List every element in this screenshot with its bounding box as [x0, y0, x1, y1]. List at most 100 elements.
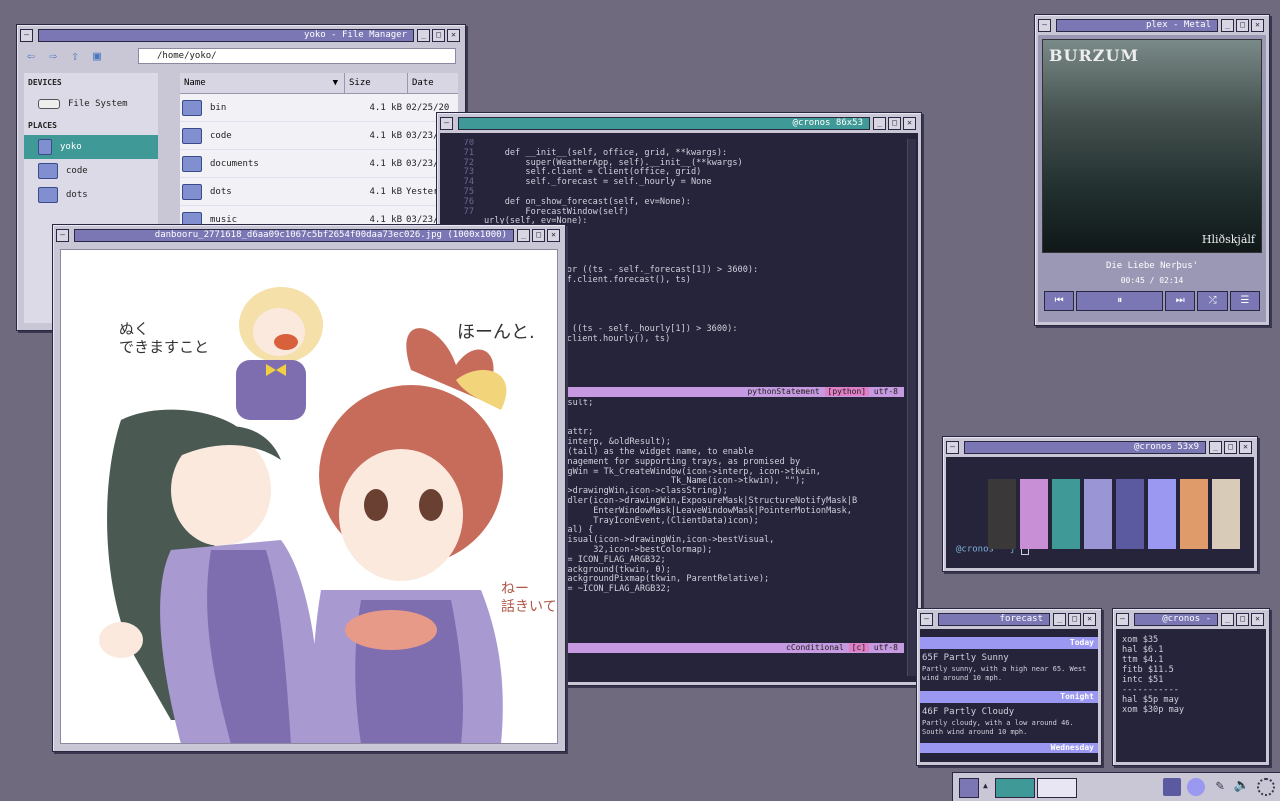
minimize-button[interactable]: _ [1209, 440, 1222, 454]
notes-icon[interactable] [1163, 778, 1181, 796]
close-button[interactable]: ✕ [903, 116, 916, 130]
sidebar-item-label: dots [66, 190, 88, 200]
column-header-name[interactable]: Name ▼ [180, 73, 345, 93]
file-date: 02/25/20 [406, 102, 450, 113]
sidebar-item-code[interactable]: code [24, 159, 158, 183]
color-swatch [1180, 479, 1208, 549]
playlist-icon[interactable]: ☰ [1229, 291, 1260, 311]
sidebar-item-dots[interactable]: dots [24, 183, 158, 207]
maximize-button[interactable]: □ [888, 116, 901, 130]
minimize-button[interactable]: _ [1221, 612, 1234, 626]
line-number: 77 [463, 206, 474, 217]
file-name: dots [210, 186, 232, 197]
minimize-button[interactable]: _ [873, 116, 886, 130]
titlebar[interactable]: – danbooru_2771618_d6aa09c1067c5bf2654f0… [56, 228, 562, 242]
sidebar-item-file-system[interactable]: File System [24, 92, 158, 116]
music-body: BURZUM Hliðskjálf Die Liebe Nerþus' 00:4… [1038, 35, 1266, 322]
stock-line: xom $35 [1122, 635, 1159, 645]
status-encoding: utf-8 [873, 643, 898, 652]
file-row[interactable]: code 4.1 kB 03/23/ [180, 122, 458, 150]
workspace-pager[interactable] [995, 778, 1035, 798]
titlebar[interactable]: – @cronos 53x9 _ □ ✕ [946, 440, 1254, 454]
titlebar[interactable]: – forecast _ □ ✕ [920, 612, 1098, 626]
forecast-body: Today 65F Partly Sunny Partly sunny, wit… [920, 629, 1098, 762]
file-row[interactable]: dots 4.1 kB Yester [180, 178, 458, 206]
titlebar[interactable]: – yoko - File Manager _ □ ✕ [20, 28, 462, 42]
maximize-button[interactable]: □ [532, 228, 545, 242]
maximize-button[interactable]: □ [1068, 612, 1081, 626]
pause-icon[interactable]: ⏸ [1076, 291, 1164, 311]
music-player-window: – plex - Metal _ □ ✕ BURZUM Hliðskjálf D… [1034, 14, 1270, 326]
forecast-detail: Partly cloudy, with a low around 46. Sou… [922, 719, 1074, 736]
folder-icon [182, 155, 202, 172]
home-icon[interactable]: ▣ [86, 48, 108, 66]
minimize-button[interactable]: _ [1221, 18, 1234, 32]
minimize-button[interactable]: _ [1053, 612, 1066, 626]
window-menu-button[interactable]: – [920, 612, 933, 626]
weather-icon[interactable] [1187, 778, 1205, 796]
forward-arrow-icon[interactable]: ⇨ [42, 48, 64, 66]
forecast-summary: 65F Partly Sunny [922, 653, 1009, 663]
close-button[interactable]: ✕ [1251, 18, 1264, 32]
close-button[interactable]: ✕ [1239, 440, 1252, 454]
code-text: def on_show_forecast(self, ev=None): [484, 196, 691, 207]
titlebar[interactable]: – @cronos - _ □ ✕ [1116, 612, 1266, 626]
terminal-body[interactable]: @cronos ~ ∫ [946, 457, 1254, 568]
color-swatch [1052, 479, 1080, 549]
tools-icon[interactable]: ✎ [1211, 778, 1229, 796]
taskbar-window-thumbnail[interactable] [1037, 778, 1077, 798]
playback-controls: ⏮ ⏸ ⏭ ⤮ ☰ [1044, 291, 1260, 311]
image-viewer-body: ぬく できますこと ほーんと. ねー 話きいてたー? [56, 245, 562, 748]
window-menu-button[interactable]: – [946, 440, 959, 454]
close-button[interactable]: ✕ [447, 28, 460, 42]
stock-line: hal $5p may [1122, 695, 1179, 705]
forecast-section-header: Wednesday [920, 743, 1098, 753]
anime-illustration[interactable]: ぬく できますこと ほーんと. ねー 話きいてたー? [60, 249, 558, 744]
minimize-button[interactable]: _ [517, 228, 530, 242]
window-menu-button[interactable]: – [1116, 612, 1129, 626]
next-icon[interactable]: ⏭ [1165, 291, 1196, 311]
titlebar[interactable]: – @cronos 86x53 _ □ ✕ [440, 116, 918, 130]
previous-icon[interactable]: ⏮ [1044, 291, 1075, 311]
titlebar[interactable]: – plex - Metal _ □ ✕ [1038, 18, 1266, 32]
volume-icon[interactable]: 🔈 [1233, 778, 1251, 796]
file-row[interactable]: bin 4.1 kB 02/25/20 [180, 94, 458, 122]
file-size: 4.1 kB [369, 130, 402, 141]
window-menu-button[interactable]: – [1038, 18, 1051, 32]
window-menu-button[interactable]: – [440, 116, 453, 130]
close-button[interactable]: ✕ [1251, 612, 1264, 626]
maximize-button[interactable]: □ [1224, 440, 1237, 454]
file-size: 4.1 kB [369, 102, 402, 113]
scrollbar[interactable] [907, 139, 916, 676]
color-swatch [988, 479, 1016, 549]
file-name: documents [210, 158, 259, 169]
folder-icon [38, 163, 58, 179]
maximize-button[interactable]: □ [1236, 612, 1249, 626]
image-viewer-window: – danbooru_2771618_d6aa09c1067c5bf2654f0… [52, 224, 566, 752]
terminal-body[interactable]: xom $35 hal $6.1 ttm $4.1 fitb $11.5 intc $5… [1116, 629, 1266, 762]
close-button[interactable]: ✕ [1083, 612, 1096, 626]
shuffle-icon[interactable]: ⤮ [1197, 291, 1228, 311]
file-row[interactable]: documents 4.1 kB 03/23/ [180, 150, 458, 178]
home-folder-icon [38, 139, 52, 155]
path-input[interactable]: /home/yoko/ [138, 48, 456, 64]
maximize-button[interactable]: □ [432, 28, 445, 42]
workspace-icon[interactable] [959, 778, 979, 798]
window-menu-button[interactable]: – [56, 228, 69, 242]
up-arrow-icon[interactable]: ⇧ [64, 48, 86, 66]
clock-icon[interactable] [1257, 778, 1275, 796]
window-menu-button[interactable]: – [20, 28, 33, 42]
minimize-button[interactable]: _ [417, 28, 430, 42]
file-date: Yester [406, 186, 439, 197]
column-header-date[interactable]: Date [408, 73, 458, 93]
forecast-detail: Partly sunny, with a high near 65. West … [922, 665, 1087, 682]
back-arrow-icon[interactable]: ⇦ [20, 48, 42, 66]
pager-arrow-icon[interactable]: ▲ [983, 781, 988, 790]
close-button[interactable]: ✕ [547, 228, 560, 242]
column-header-size[interactable]: Size [345, 73, 408, 93]
sidebar-item-yoko[interactable]: yoko [24, 135, 158, 159]
maximize-button[interactable]: □ [1236, 18, 1249, 32]
album-logo: BURZUM [1049, 46, 1140, 65]
forecast-summary: 46F Partly Cloudy [922, 707, 1015, 717]
code-line: 74 self._forecast = self._hourly = None [446, 177, 904, 188]
